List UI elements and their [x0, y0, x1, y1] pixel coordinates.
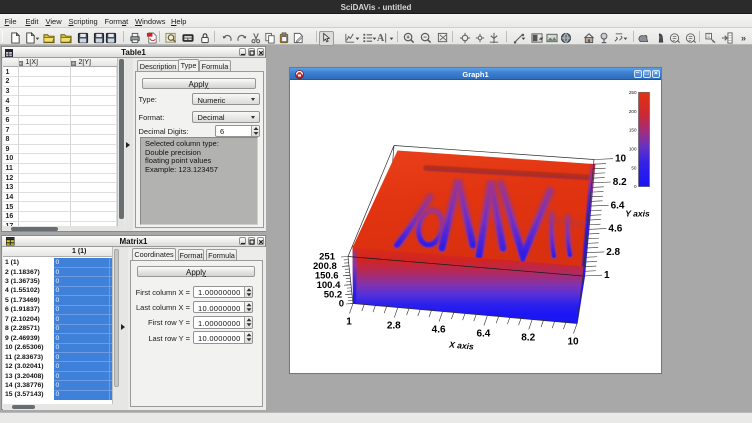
svg-text:1: 1 — [604, 270, 610, 281]
svg-text:4.6: 4.6 — [608, 224, 622, 235]
svg-text:2.8: 2.8 — [387, 321, 401, 332]
svg-text:8.2: 8.2 — [613, 177, 627, 188]
svg-text:200: 200 — [629, 109, 637, 114]
svg-text:50: 50 — [631, 165, 637, 170]
svg-text:6.4: 6.4 — [611, 200, 625, 211]
svg-text:8.2: 8.2 — [521, 333, 535, 344]
svg-text:2.8: 2.8 — [606, 247, 620, 258]
svg-text:100: 100 — [629, 147, 637, 152]
svg-text:1: 1 — [346, 317, 352, 328]
svg-text:10: 10 — [615, 154, 627, 165]
svg-text:150: 150 — [629, 128, 637, 133]
svg-text:0: 0 — [339, 299, 344, 310]
svg-text:6.4: 6.4 — [476, 329, 490, 340]
svg-text:Y axis: Y axis — [625, 209, 650, 219]
svg-text:4.6: 4.6 — [432, 325, 446, 336]
svg-text:10: 10 — [567, 337, 579, 348]
svg-text:250: 250 — [629, 90, 637, 95]
svg-text:0: 0 — [634, 184, 637, 189]
svg-text:X axis: X axis — [448, 339, 475, 351]
